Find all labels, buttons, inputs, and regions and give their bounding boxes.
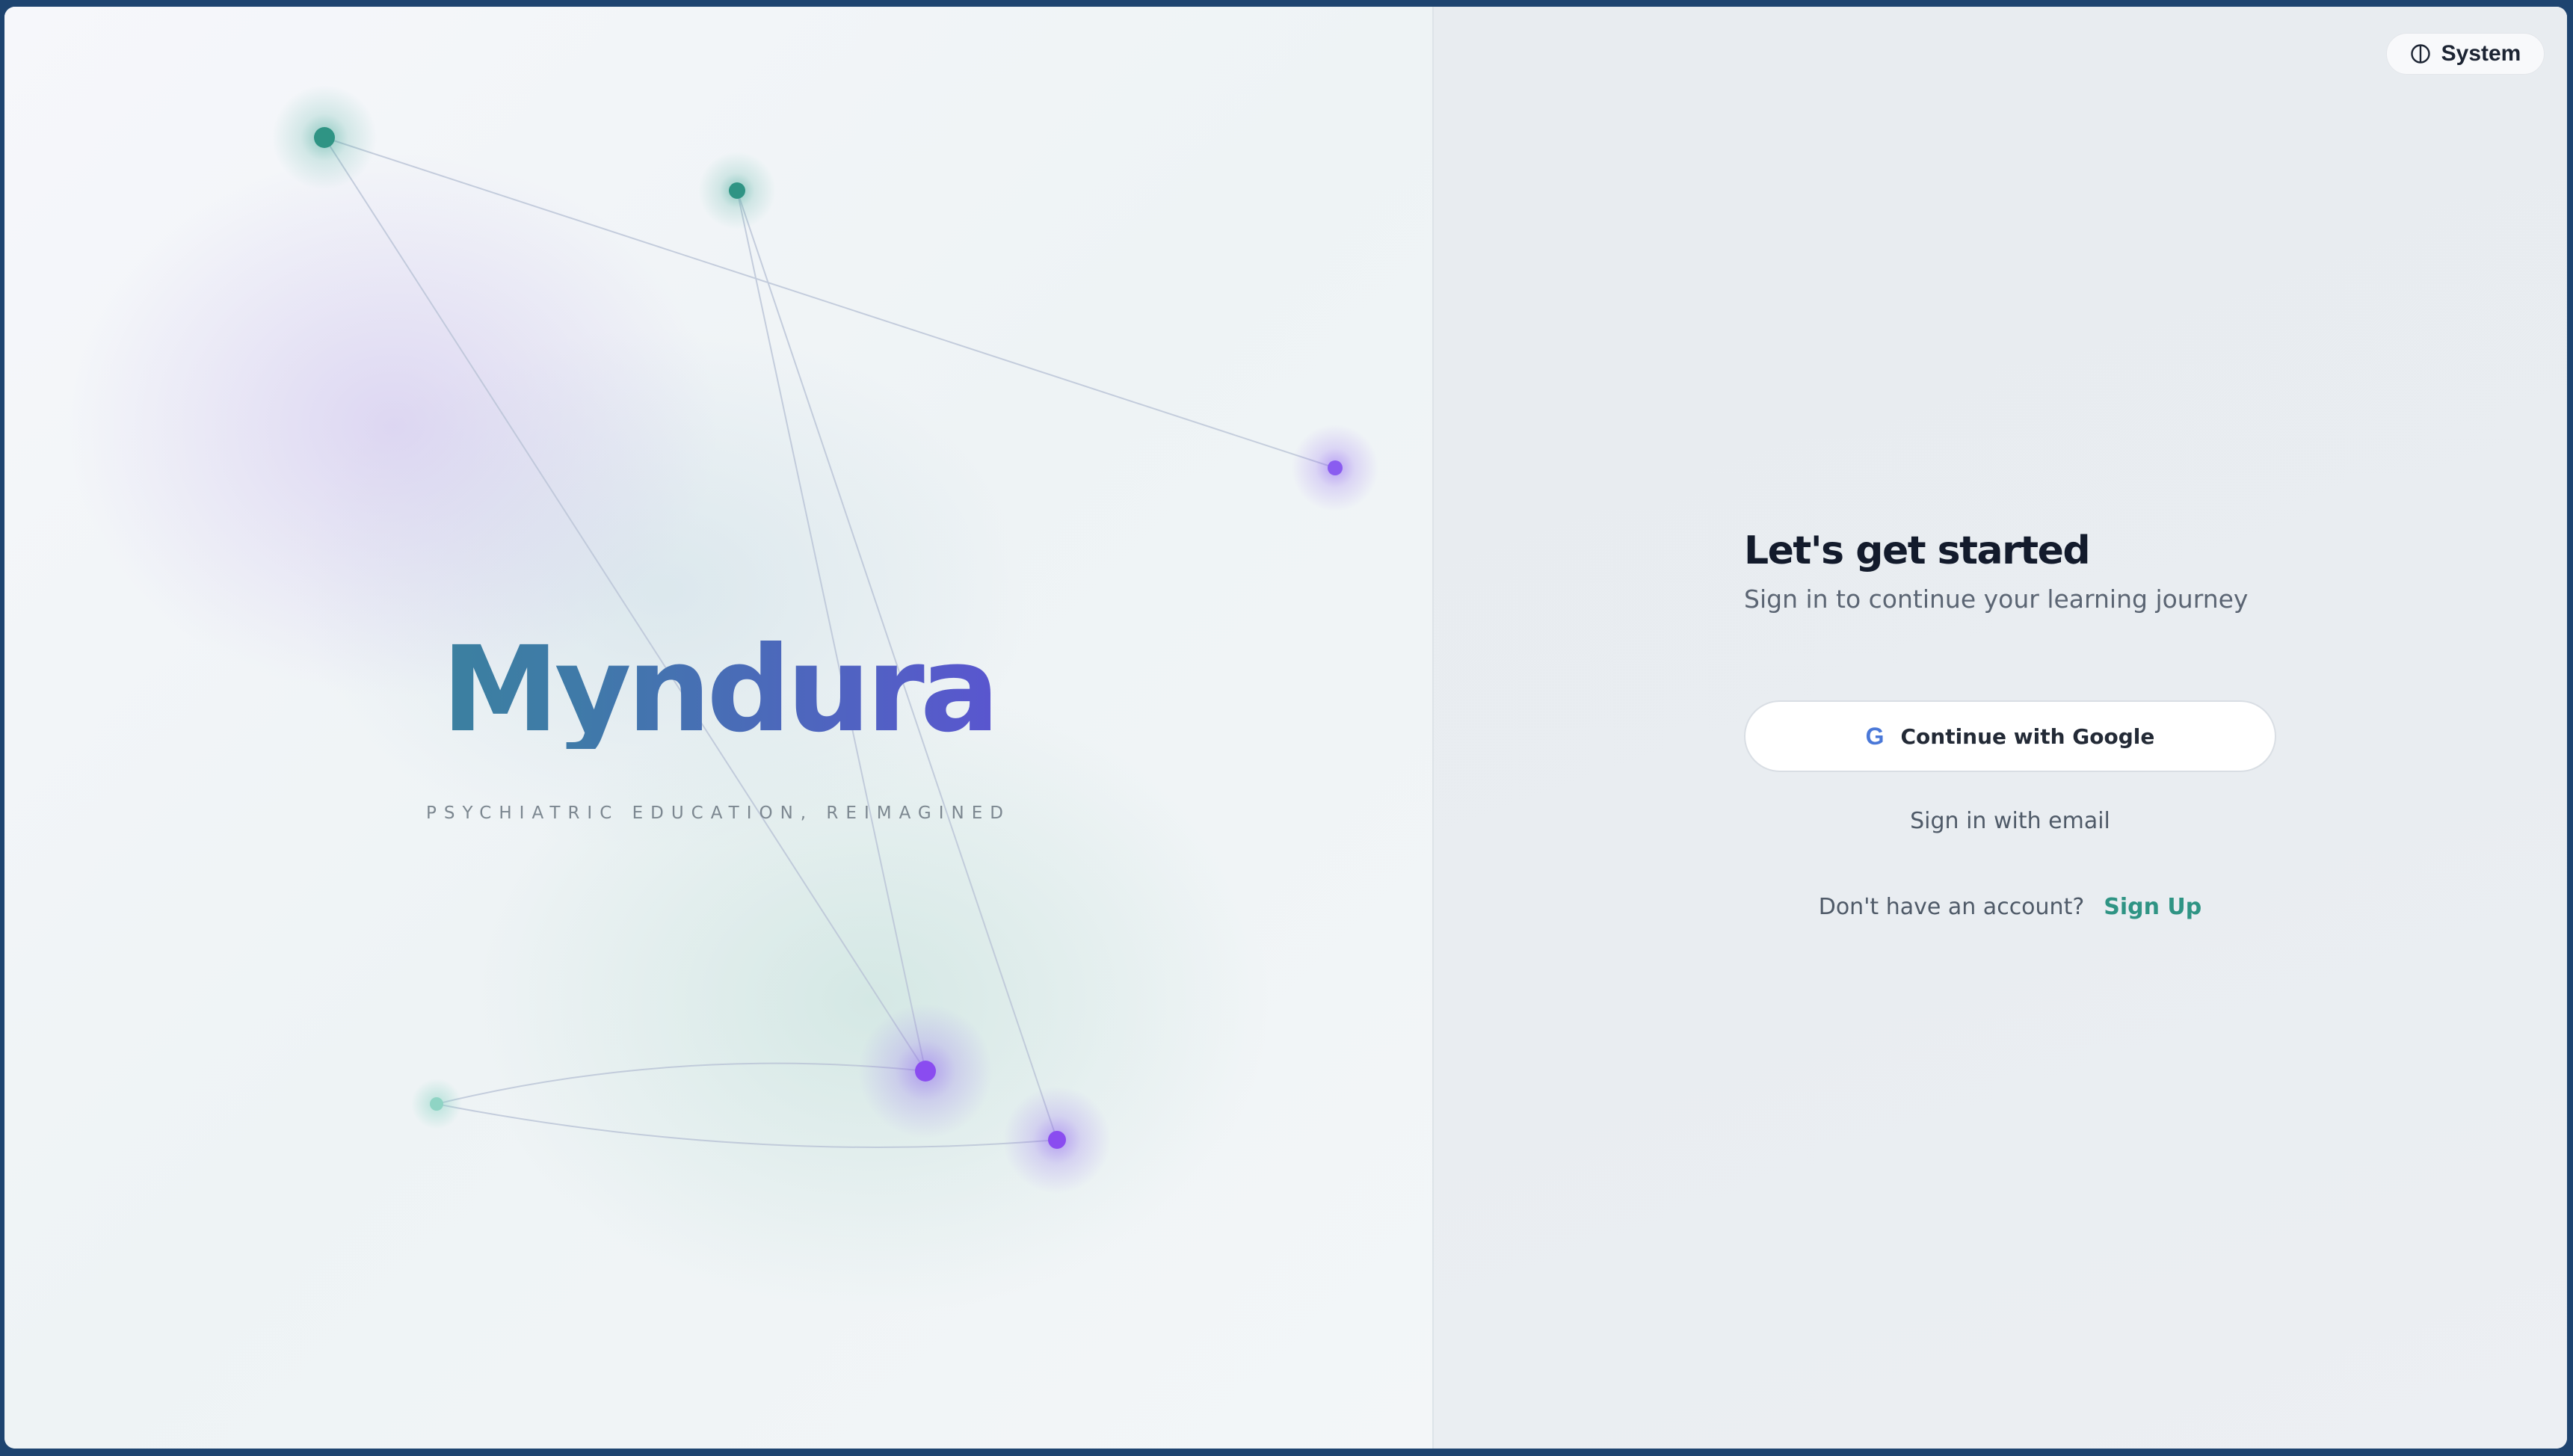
auth-panel: System Let's get started Sign in to cont… [1434,7,2567,1449]
half-circle-theme-icon [2410,44,2430,64]
google-icon: G [1865,722,1885,750]
theme-toggle-label: System [2441,41,2521,66]
sign-up-link[interactable]: Sign Up [2104,894,2201,920]
brand-tagline: PSYCHIATRIC EDUCATION, REIMAGINED [426,803,1011,823]
brand-wordmark: Myndura [4,631,1432,749]
theme-toggle-button[interactable]: System [2386,33,2545,75]
brand-block: Myndura PSYCHIATRIC EDUCATION, REIMAGINE… [4,7,1432,1449]
signup-prompt: Don't have an account? [1818,894,2085,920]
page-subtitle: Sign in to continue your learning journe… [1744,584,2249,614]
google-button-label: Continue with Google [1900,724,2155,749]
app-window: Myndura PSYCHIATRIC EDUCATION, REIMAGINE… [4,7,2567,1449]
sign-in-with-email-link[interactable]: Sign in with email [1744,808,2276,834]
brand-panel: Myndura PSYCHIATRIC EDUCATION, REIMAGINE… [4,7,1434,1449]
signup-row: Don't have an account? Sign Up [1744,894,2276,920]
page-title: Let's get started [1744,528,2091,573]
continue-with-google-button[interactable]: G Continue with Google [1744,700,2276,772]
sign-in-form: Let's get started Sign in to continue yo… [1744,528,2276,920]
